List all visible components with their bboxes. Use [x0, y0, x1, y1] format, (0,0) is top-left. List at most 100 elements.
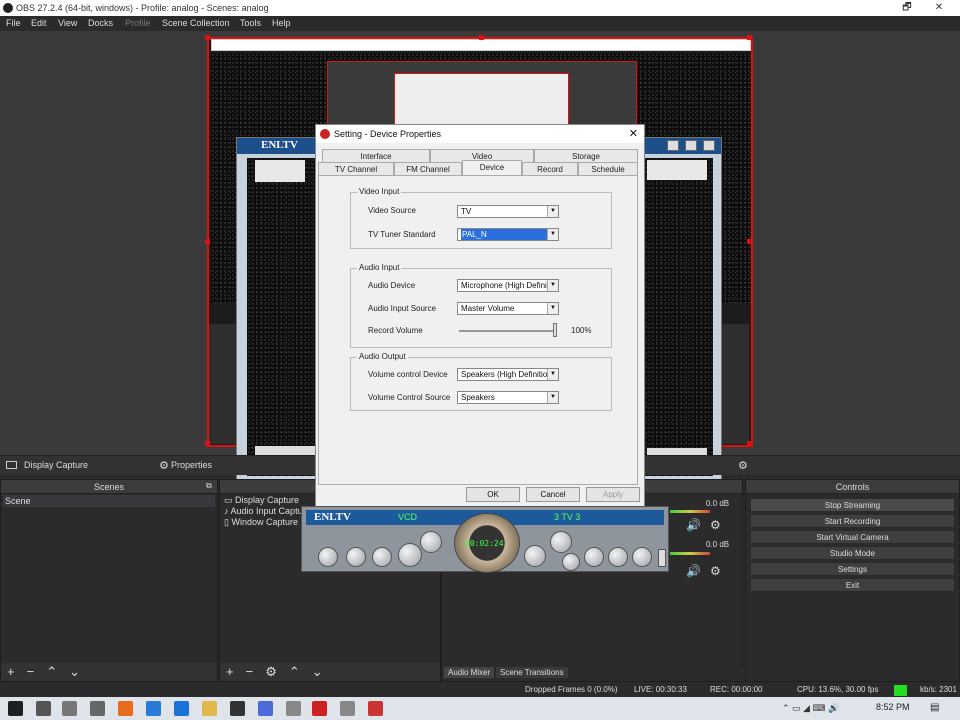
resize-handle[interactable]	[205, 441, 210, 446]
app-icon[interactable]	[286, 701, 301, 716]
start-icon[interactable]	[8, 701, 23, 716]
gear-icon[interactable]: ⚙	[159, 459, 169, 472]
down-arrow-icon[interactable]: ⌄	[312, 664, 323, 679]
player-slider[interactable]	[658, 549, 666, 567]
gear-icon[interactable]: ⚙	[265, 664, 277, 679]
app-icon[interactable]	[340, 701, 355, 716]
menu-help[interactable]: Help	[272, 16, 291, 31]
resize-handle[interactable]	[479, 35, 484, 40]
tab-tv-channel[interactable]: TV Channel	[318, 162, 394, 175]
volume-device-select[interactable]: Speakers (High Definitio ▼	[457, 368, 559, 381]
volume-button[interactable]	[632, 547, 652, 567]
tray-icons[interactable]: ⌃ ▭ ◢ ⌨ 🔊	[782, 703, 839, 714]
source-item[interactable]: ▯ Window Capture	[224, 517, 311, 528]
mixer-level-2: 0.0 dB	[706, 540, 730, 549]
player-button[interactable]	[550, 531, 572, 553]
tab-interface[interactable]: Interface	[322, 149, 430, 162]
resize-handle[interactable]	[747, 35, 752, 40]
source-item[interactable]: ♪ Audio Input Capture	[224, 506, 311, 517]
source-item[interactable]: ▭ Display Capture	[224, 495, 311, 506]
menu-docks[interactable]: Docks	[88, 16, 113, 31]
folder-icon[interactable]	[202, 701, 217, 716]
close-icon[interactable]: ✕	[629, 125, 638, 143]
settings-button[interactable]: Settings	[750, 562, 955, 576]
pause-button[interactable]	[524, 545, 546, 567]
resize-handle[interactable]	[747, 441, 752, 446]
notification-icon[interactable]: ▤	[930, 702, 939, 713]
menu-profile[interactable]: Profile	[125, 16, 151, 31]
app-icon[interactable]	[90, 701, 105, 716]
remove-icon[interactable]: −	[27, 664, 35, 679]
resize-handle[interactable]	[205, 35, 210, 40]
next-channel-button[interactable]	[608, 547, 628, 567]
minimize-icon[interactable]	[667, 140, 679, 151]
menu-scene-collection[interactable]: Scene Collection	[162, 16, 230, 31]
volume-source-select[interactable]: Speakers ▼	[457, 391, 559, 404]
dock-float-icon[interactable]: ⧉	[206, 481, 212, 491]
remove-icon[interactable]: −	[246, 664, 254, 679]
snapshot-button[interactable]	[398, 543, 422, 567]
app-icon[interactable]	[174, 701, 189, 716]
tab-storage[interactable]: Storage	[534, 149, 638, 162]
app-icon[interactable]	[258, 701, 273, 716]
nested-titlebar	[211, 39, 751, 51]
gear-icon[interactable]: ⚙	[710, 564, 721, 578]
audio-device-select[interactable]: Microphone (High Defini ▼	[457, 279, 559, 292]
apply-button[interactable]: Apply	[586, 487, 640, 502]
app-icon[interactable]	[368, 701, 383, 716]
menu-tools[interactable]: Tools	[240, 16, 261, 31]
gear-icon[interactable]: ⚙	[738, 459, 748, 472]
app-icon[interactable]	[230, 701, 245, 716]
ok-button[interactable]: OK	[466, 487, 520, 502]
tab-scene-transitions[interactable]: Scene Transitions	[496, 667, 568, 678]
stop-button[interactable]	[562, 553, 580, 571]
up-arrow-icon[interactable]: ⌃	[289, 664, 300, 679]
edge-icon[interactable]	[146, 701, 161, 716]
search-icon[interactable]	[36, 701, 51, 716]
resize-handle[interactable]	[205, 239, 210, 244]
tab-record[interactable]: Record	[522, 162, 578, 175]
add-icon[interactable]: +	[226, 664, 234, 679]
audio-source-select[interactable]: Master Volume ▼	[457, 302, 559, 315]
record-volume-slider[interactable]	[553, 323, 557, 337]
start-virtual-camera-button[interactable]: Start Virtual Camera	[750, 530, 955, 544]
resize-handle[interactable]	[747, 239, 752, 244]
scene-item[interactable]: Scene	[3, 495, 215, 507]
player-channel: 3 TV 3	[554, 512, 581, 522]
player-button[interactable]	[346, 547, 366, 567]
task-view-icon[interactable]	[62, 701, 77, 716]
tab-fm-channel[interactable]: FM Channel	[394, 162, 462, 175]
dialog-titlebar: Setting - Device Properties ✕	[316, 125, 644, 143]
enltv-icon[interactable]	[312, 701, 327, 716]
properties-button[interactable]: Properties	[171, 460, 212, 470]
stop-streaming-button[interactable]: Stop Streaming	[750, 498, 955, 512]
add-icon[interactable]: +	[7, 664, 15, 679]
firefox-icon[interactable]	[118, 701, 133, 716]
speaker-icon[interactable]: 🔊	[686, 564, 701, 578]
player-button[interactable]	[372, 547, 392, 567]
prev-channel-button[interactable]	[584, 547, 604, 567]
clock[interactable]: 8:52 PM	[876, 702, 910, 712]
cancel-button[interactable]: Cancel	[526, 487, 580, 502]
down-arrow-icon[interactable]: ⌄	[69, 664, 80, 679]
tv-tuner-select[interactable]: PAL_N ▼	[457, 228, 559, 241]
up-arrow-icon[interactable]: ⌃	[46, 664, 57, 679]
menu-edit[interactable]: Edit	[31, 16, 47, 31]
video-source-select[interactable]: TV ▼	[457, 205, 559, 218]
menu-file[interactable]: File	[6, 16, 21, 31]
close-icon[interactable]	[703, 140, 715, 151]
start-recording-button[interactable]: Start Recording	[750, 514, 955, 528]
tab-schedule[interactable]: Schedule	[578, 162, 638, 175]
restore-button[interactable]: 🗗	[893, 0, 921, 16]
speaker-icon[interactable]: 🔊	[686, 518, 701, 532]
tab-audio-mixer[interactable]: Audio Mixer	[444, 667, 495, 678]
studio-mode-button[interactable]: Studio Mode	[750, 546, 955, 560]
player-button[interactable]	[420, 531, 442, 553]
exit-button[interactable]: Exit	[750, 578, 955, 592]
close-button[interactable]: ✕	[925, 0, 953, 16]
gear-icon[interactable]: ⚙	[710, 518, 721, 532]
power-button[interactable]	[318, 547, 338, 567]
menu-view[interactable]: View	[58, 16, 77, 31]
maximize-icon[interactable]	[685, 140, 697, 151]
tab-device[interactable]: Device	[462, 160, 522, 175]
